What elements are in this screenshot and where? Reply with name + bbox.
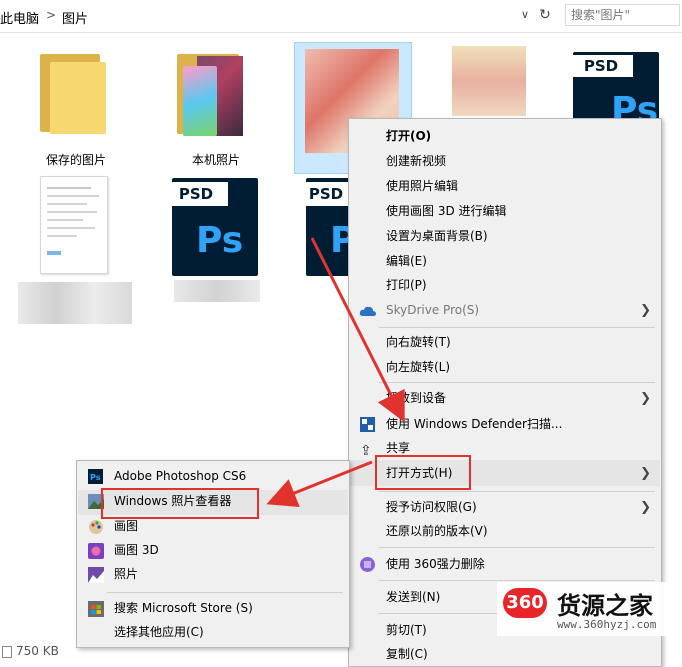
watermark-url: www.360hyzj.com	[557, 618, 657, 631]
watermark-name: 货源之家	[557, 592, 653, 620]
annotation-arrows	[266, 237, 405, 508]
arrow-to-open-with	[310, 237, 405, 423]
watermark-logo: 360	[503, 588, 547, 618]
arrow-to-photo-viewer	[266, 460, 373, 508]
watermark: 360 货源之家 www.360hyzj.com	[497, 582, 682, 636]
